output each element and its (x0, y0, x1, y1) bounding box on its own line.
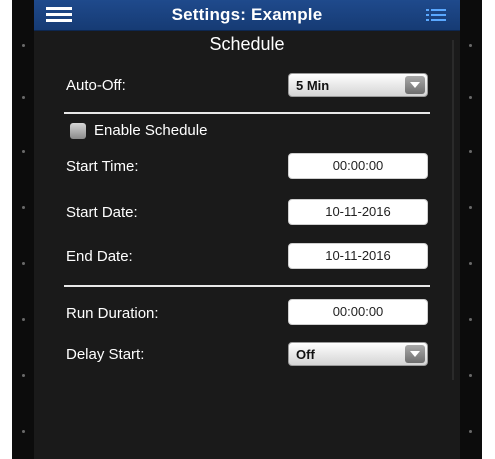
rail-dot (469, 374, 472, 377)
rail-dot (469, 150, 472, 153)
section-title: Schedule (209, 34, 285, 54)
rail-dot (469, 262, 472, 265)
settings-panel: Settings: Example Schedule Auto-Off: 5 M… (34, 0, 460, 459)
rail-dot (469, 96, 472, 99)
dropdown-arrow-icon (405, 76, 425, 94)
rail-dot (22, 430, 25, 433)
start-date-label: Start Date: (66, 204, 138, 221)
rail-dot (469, 206, 472, 209)
rail-dot (22, 374, 25, 377)
rail-dot (469, 430, 472, 433)
start-time-field[interactable]: 00:00:00 (288, 153, 428, 179)
device-frame: Settings: Example Schedule Auto-Off: 5 M… (12, 0, 482, 459)
auto-off-select[interactable]: 5 Min (288, 73, 428, 97)
enable-schedule-checkbox[interactable] (70, 123, 86, 139)
delay-start-value: Off (296, 347, 315, 362)
dropdown-arrow-icon (405, 345, 425, 363)
scrollbar[interactable] (452, 40, 454, 380)
header-bar: Settings: Example (34, 0, 460, 31)
enable-schedule-label[interactable]: Enable Schedule (94, 122, 207, 139)
left-rail (12, 0, 34, 459)
rail-dot (22, 96, 25, 99)
run-duration-field[interactable]: 00:00:00 (288, 299, 428, 325)
delay-start-select[interactable]: Off (288, 342, 428, 366)
rail-dot (22, 262, 25, 265)
auto-off-value: 5 Min (296, 78, 330, 93)
divider (64, 285, 430, 287)
run-duration-label: Run Duration: (66, 305, 159, 322)
rail-dot (22, 150, 25, 153)
rail-dot (22, 318, 25, 321)
rail-dot (469, 318, 472, 321)
auto-off-label: Auto-Off: (66, 77, 126, 94)
start-date-field[interactable]: 10-11-2016 (288, 199, 428, 225)
rail-dot (469, 44, 472, 47)
rail-dot (22, 206, 25, 209)
right-rail (460, 0, 482, 459)
start-time-label: Start Time: (66, 158, 139, 175)
end-date-label: End Date: (66, 248, 133, 265)
end-date-field[interactable]: 10-11-2016 (288, 243, 428, 269)
divider (64, 112, 430, 114)
list-icon[interactable] (426, 8, 446, 22)
rail-dot (22, 44, 25, 47)
delay-start-label: Delay Start: (66, 346, 145, 363)
page-title: Settings: Example (171, 5, 323, 24)
